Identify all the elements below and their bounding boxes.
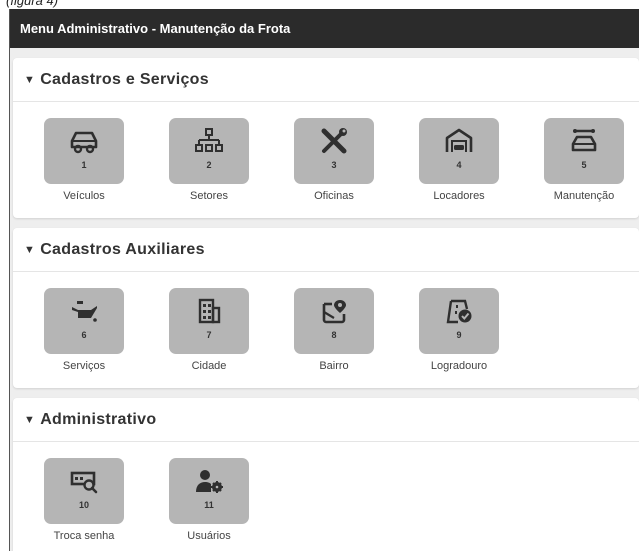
tile-number: 8 [331, 330, 337, 340]
oil-can-icon [72, 301, 97, 322]
tile-veiculos[interactable]: 1 Veículos [44, 118, 124, 218]
tile-label: Bairro [319, 360, 349, 372]
caret-down-icon: ▼ [24, 243, 36, 256]
building-icon [198, 298, 221, 324]
tile-number: 2 [206, 160, 212, 170]
tile-label: Usuários [187, 530, 231, 542]
tools-icon [321, 128, 347, 154]
tile-number: 1 [81, 160, 87, 170]
section-header[interactable]: ▼ Administrativo [13, 398, 639, 442]
tile-label: Serviços [62, 360, 106, 372]
map-pin-icon [322, 300, 346, 324]
tile-bairro[interactable]: 8 Bairro [294, 288, 374, 388]
page-title: Menu Administrativo - Manutenção da Frot… [10, 9, 639, 48]
tile-setores[interactable]: 2 Setores [169, 118, 249, 218]
tile-number: 10 [78, 500, 89, 510]
caret-down-icon: ▼ [24, 73, 36, 86]
section-cadastros-servicos: ▼ Cadastros e Serviços 1 Veículos 2 Seto… [13, 58, 639, 218]
car-icon [70, 131, 98, 154]
tile-label: Setores [190, 190, 228, 202]
caret-down-icon: ▼ [24, 413, 36, 426]
tile-servicos[interactable]: 6 Serviços [44, 288, 124, 388]
section-header[interactable]: ▼ Cadastros e Serviços [13, 58, 639, 102]
tile-label: Logradouro [430, 360, 488, 372]
tile-label: Cidade [191, 360, 227, 372]
tile-locadores[interactable]: 4 Locadores [419, 118, 499, 218]
tile-troca-senha[interactable]: 10 Troca senha [44, 458, 124, 551]
tile-label: Troca senha [53, 530, 115, 542]
garage-icon [445, 128, 473, 152]
tile-number: 11 [204, 500, 214, 510]
tile-number: 5 [581, 160, 587, 170]
tile-number: 6 [81, 330, 87, 340]
tile-manutencao[interactable]: 5 Manutenção [544, 118, 624, 218]
password-search-icon [70, 471, 98, 494]
section-title: Administrativo [40, 410, 157, 428]
road-check-icon [446, 299, 472, 324]
tile-number: 9 [456, 330, 462, 340]
user-gear-icon [196, 470, 223, 493]
tile-label: Manutenção [553, 190, 615, 202]
tile-cidade[interactable]: 7 Cidade [169, 288, 249, 388]
tile-usuarios[interactable]: 11 Usuários [169, 458, 249, 551]
tile-logradouro[interactable]: 9 Logradouro [419, 288, 499, 388]
tile-number: 3 [331, 160, 337, 170]
org-chart-icon [195, 128, 223, 152]
section-administrativo: ▼ Administrativo 10 Troca senha 11 Usuár… [13, 398, 639, 551]
section-header[interactable]: ▼ Cadastros Auxiliares [13, 228, 639, 272]
tile-number: 4 [456, 160, 462, 170]
tile-oficinas[interactable]: 3 Oficinas [294, 118, 374, 218]
tile-label: Veículos [63, 190, 105, 202]
section-title: Cadastros e Serviços [40, 70, 209, 88]
app-window: Menu Administrativo - Manutenção da Frot… [9, 9, 639, 551]
tile-label: Locadores [433, 190, 485, 202]
section-title: Cadastros Auxiliares [40, 240, 205, 258]
tile-label: Oficinas [314, 190, 354, 202]
tile-number: 7 [206, 330, 212, 340]
car-service-icon [571, 129, 597, 152]
figure-caption: (figura 4) [6, 0, 59, 8]
section-cadastros-auxiliares: ▼ Cadastros Auxiliares 6 Serviços 7 Cida… [13, 228, 639, 388]
